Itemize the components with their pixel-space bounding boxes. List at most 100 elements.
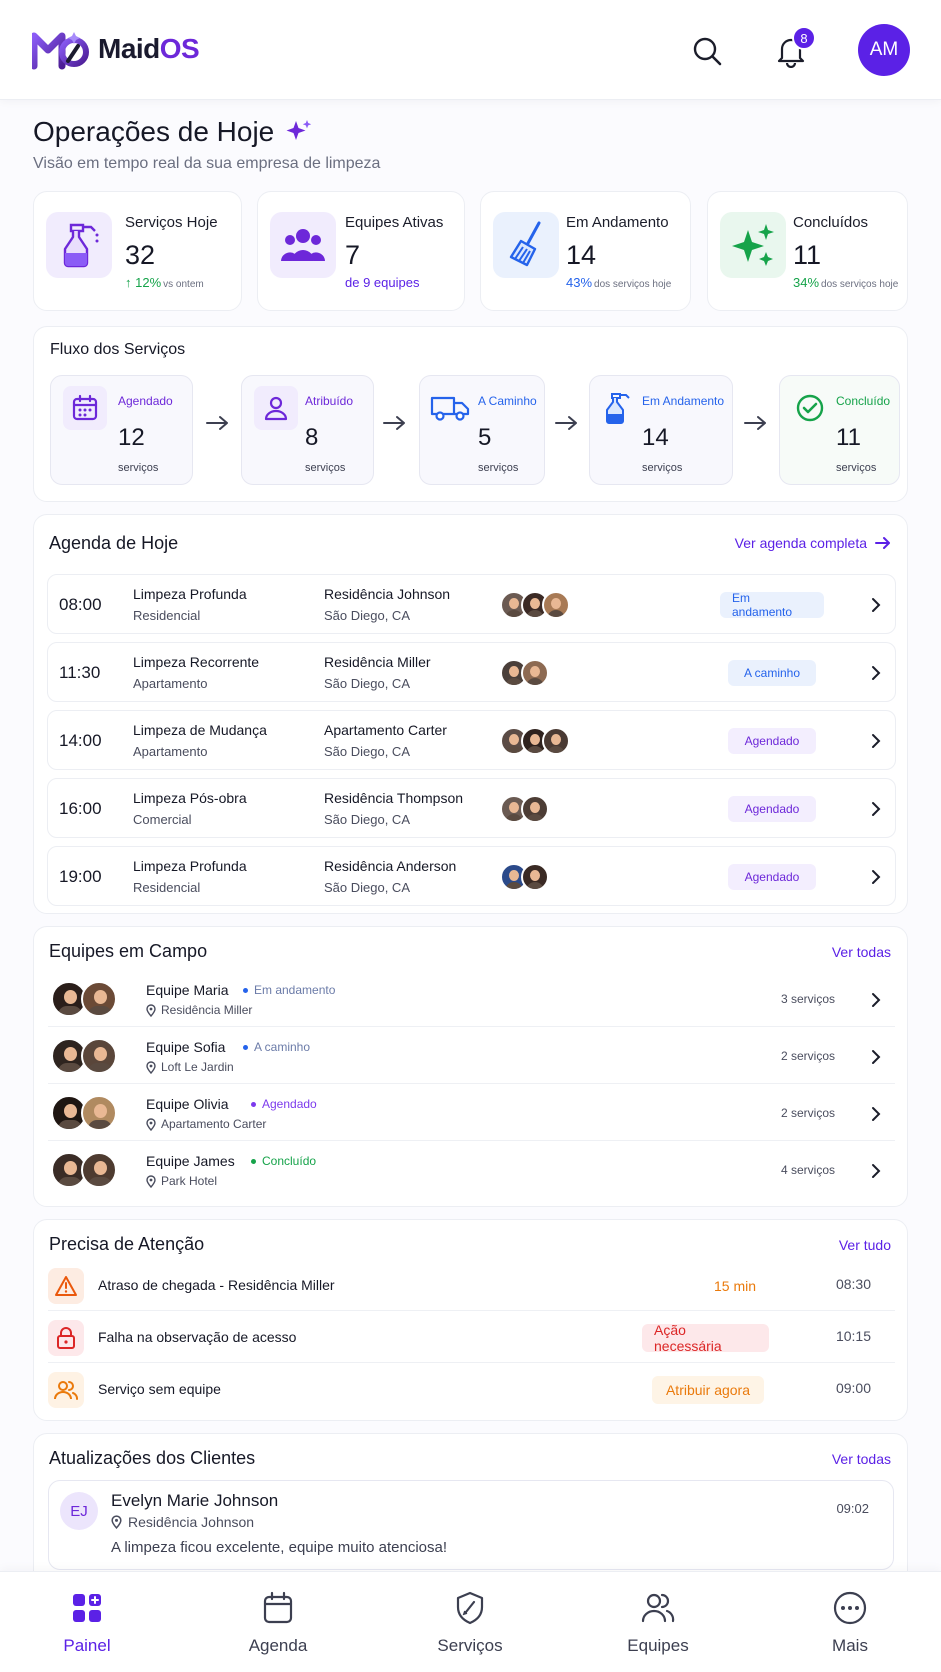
chevron-right-icon[interactable] [871, 597, 881, 613]
team-row[interactable]: Equipe James Concluído Park Hotel 4 serv… [48, 1143, 895, 1198]
agenda-row[interactable]: 08:00 Limpeza Profunda Residencial Resid… [47, 574, 896, 634]
stat-trend-caption: vs ontem [163, 279, 204, 290]
attention-tag[interactable]: Ação necessária [642, 1322, 769, 1354]
attention-tag[interactable]: Atribuir agora [652, 1376, 764, 1404]
team-status: Concluído [251, 1154, 316, 1168]
flow-step-label: A Caminho [478, 394, 537, 408]
flow-step-completed[interactable]: Concluído 11 serviços [779, 375, 900, 485]
status-badge: Agendado [728, 864, 816, 890]
client-location: Residência Johnson [111, 1514, 254, 1530]
view-all-updates-link[interactable]: Ver todas [832, 1451, 891, 1467]
truck-icon [428, 386, 472, 430]
attention-time: 09:00 [835, 1380, 871, 1396]
agenda-service: Limpeza Recorrente [133, 654, 260, 670]
agenda-time: 16:00 [59, 799, 102, 818]
stat-card-services[interactable]: Serviços Hoje 32 ↑ 12% vs ontem [33, 191, 242, 311]
chevron-right-icon[interactable] [871, 801, 881, 817]
status-dot [251, 1158, 256, 1164]
agenda-place: Residência Anderson [324, 858, 457, 874]
brand-name: MaidOS [98, 33, 200, 65]
section-title: Equipes em Campo [49, 941, 208, 961]
nav-item-servicos[interactable]: Serviços [410, 1590, 530, 1656]
chevron-right-icon[interactable] [871, 733, 881, 749]
view-all-teams-link[interactable]: Ver todas [832, 944, 891, 960]
stat-trend-caption: dos serviços hoje [594, 279, 672, 290]
agenda-type: Comercial [133, 812, 192, 827]
sparkles-icon [720, 212, 786, 278]
agenda-type: Apartamento [133, 744, 208, 759]
status-badge: Agendado [728, 796, 816, 822]
flow-step-value: 8 [305, 424, 319, 451]
status-badge: Em andamento [720, 591, 824, 619]
agenda-row[interactable]: 19:00 Limpeza Profunda Residencial Resid… [47, 846, 896, 906]
chevron-right-icon[interactable] [871, 1106, 881, 1122]
team-row[interactable]: Equipe Olivia Agendado Apartamento Carte… [48, 1086, 895, 1141]
avatar [521, 659, 549, 687]
avatar [521, 863, 549, 891]
avatar-group [51, 1038, 117, 1074]
flow-step-value: 12 [118, 424, 145, 451]
nav-label: Agenda [248, 1636, 308, 1655]
section-title: Agenda de Hoje [49, 533, 179, 553]
team-location-label: Loft Le Jardin [161, 1060, 234, 1074]
chevron-right-icon[interactable] [871, 665, 881, 681]
avatar-group [500, 591, 570, 619]
nav-label: Painel [63, 1636, 111, 1655]
client-update-item[interactable]: EJ Evelyn Marie Johnson Residência Johns… [48, 1480, 894, 1570]
attention-tag: 15 min [713, 1278, 757, 1294]
page-subtitle: Visão em tempo real da sua empresa de li… [33, 155, 381, 172]
agenda-time: 14:00 [59, 731, 102, 750]
nav-item-painel[interactable]: Painel [27, 1590, 147, 1656]
nav-item-mais[interactable]: Mais [790, 1590, 910, 1656]
attention-row[interactable]: Serviço sem equipe Atribuir agora 09:00 [48, 1365, 895, 1415]
flow-step-in-progress[interactable]: Em Andamento 14 serviços [589, 375, 733, 485]
team-name: Equipe Maria [146, 982, 229, 998]
chevron-right-icon[interactable] [871, 992, 881, 1008]
flow-step-label: Em Andamento [642, 394, 725, 408]
agenda-row[interactable]: 11:30 Limpeza Recorrente Apartamento Res… [47, 642, 896, 702]
team-row[interactable]: Equipe Maria Em andamento Residência Mil… [48, 972, 895, 1027]
spray-bottle-icon [596, 386, 640, 430]
team-row[interactable]: Equipe Sofia A caminho Loft Le Jardin 2 … [48, 1029, 895, 1084]
attention-row[interactable]: Atraso de chegada - Residência Miller 15… [48, 1261, 895, 1311]
flow-step-label: Agendado [118, 394, 173, 408]
flow-step-unit: serviços [642, 462, 683, 474]
flow-step-on-the-way[interactable]: A Caminho 5 serviços [419, 375, 545, 485]
team-status-label: Concluído [262, 1154, 317, 1168]
spray-bottle-icon [46, 212, 112, 278]
agenda-row[interactable]: 16:00 Limpeza Pós-obra Comercial Residên… [47, 778, 896, 838]
team-location-label: Park Hotel [161, 1174, 218, 1188]
stat-value: 7 [345, 240, 361, 270]
chevron-right-icon[interactable] [871, 869, 881, 885]
team-location: Loft Le Jardin [146, 1060, 234, 1074]
stat-card-completed[interactable]: Concluídos 11 34% dos serviços hoje [707, 191, 908, 311]
stat-card-in-progress[interactable]: Em Andamento 14 43% dos serviços hoje [480, 191, 691, 311]
nav-item-agenda[interactable]: Agenda [218, 1590, 338, 1656]
agenda-card: Agenda de Hoje Ver agenda completa 08:00… [33, 514, 908, 914]
status-badge: Agendado [728, 728, 816, 754]
chevron-right-icon[interactable] [871, 1163, 881, 1179]
chevron-right-icon[interactable] [871, 1049, 881, 1065]
arrow-right-icon [875, 537, 890, 549]
lock-icon [48, 1320, 84, 1356]
map-pin-icon [146, 1174, 156, 1188]
attention-row[interactable]: Falha na observação de acesso Ação neces… [48, 1313, 895, 1363]
stat-value: 11 [793, 240, 822, 270]
calendar-icon [218, 1590, 338, 1626]
view-all-alerts-link[interactable]: Ver tudo [839, 1237, 891, 1253]
stat-card-teams[interactable]: Equipes Ativas 7 de 9 equipes [257, 191, 465, 311]
brand-logo[interactable]: MaidOS [32, 28, 200, 70]
team-status-label: Em andamento [254, 983, 336, 997]
notifications-button[interactable]: 8 [766, 26, 816, 76]
status-dot [251, 1101, 256, 1107]
flow-step-scheduled[interactable]: Agendado 12 serviços [50, 375, 193, 485]
view-full-agenda-link[interactable]: Ver agenda completa [735, 535, 891, 551]
nav-label: Mais [832, 1636, 868, 1655]
nav-item-equipes[interactable]: Equipes [598, 1590, 718, 1656]
agenda-row[interactable]: 14:00 Limpeza de Mudança Apartamento Apa… [47, 710, 896, 770]
flow-step-value: 11 [836, 424, 861, 451]
user-avatar[interactable]: AM [858, 24, 910, 76]
search-button[interactable] [682, 26, 732, 76]
flow-step-assigned[interactable]: Atribuído 8 serviços [241, 375, 374, 485]
more-icon [790, 1590, 910, 1626]
